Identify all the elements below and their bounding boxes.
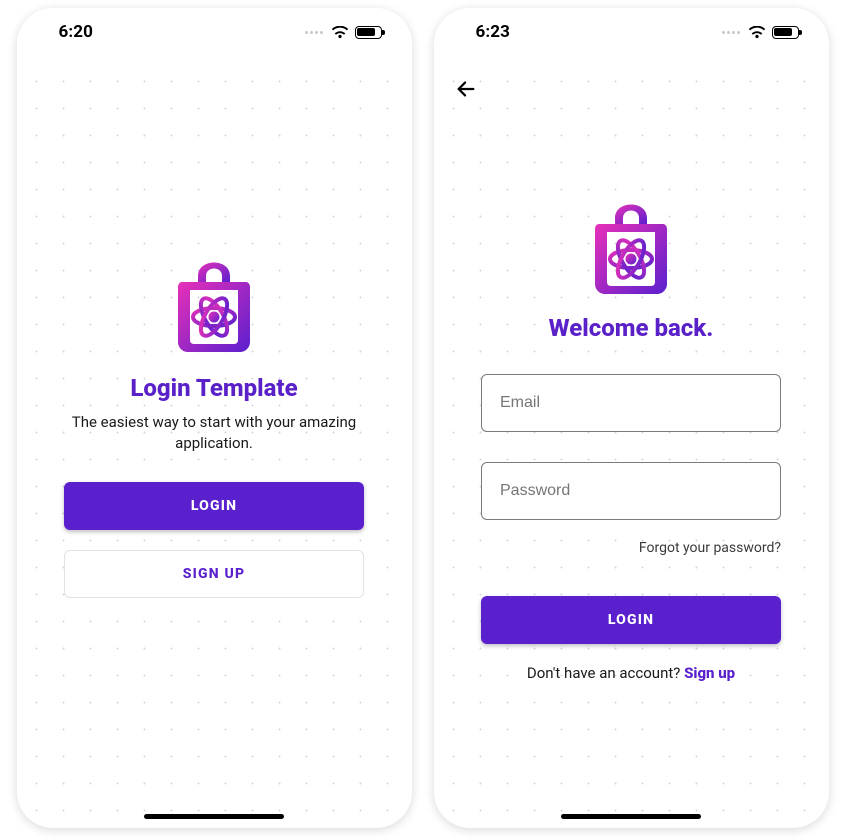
arrow-left-icon (455, 78, 477, 100)
login-submit-button[interactable]: LOGIN (481, 596, 781, 644)
app-logo-icon (169, 246, 259, 352)
back-button[interactable] (446, 69, 486, 109)
email-field[interactable] (498, 393, 764, 413)
battery-icon (355, 26, 382, 39)
status-indicators (305, 26, 382, 39)
status-indicators (722, 26, 799, 39)
signup-prompt: Don't have an account? Sign up (527, 664, 735, 682)
wifi-icon (331, 26, 349, 39)
login-heading: Welcome back. (549, 314, 714, 342)
cellular-dots-icon (305, 31, 323, 34)
signup-prompt-text: Don't have an account? (527, 664, 684, 682)
signup-button[interactable]: SIGN UP (64, 550, 364, 598)
home-indicator[interactable] (561, 814, 701, 819)
status-time: 6:20 (59, 22, 93, 42)
welcome-subtitle: The easiest way to start with your amazi… (59, 412, 369, 454)
password-field-wrapper[interactable] (481, 462, 781, 520)
welcome-title: Login Template (130, 374, 297, 402)
signup-link[interactable]: Sign up (684, 664, 735, 682)
login-screen: 6:23 Welcome back. Forgot your (434, 8, 829, 828)
home-indicator[interactable] (144, 814, 284, 819)
battery-icon (772, 26, 799, 39)
forgot-password-link[interactable]: Forgot your password? (639, 540, 781, 556)
login-button[interactable]: LOGIN (64, 482, 364, 530)
app-logo-icon (586, 188, 676, 294)
wifi-icon (748, 26, 766, 39)
cellular-dots-icon (722, 31, 740, 34)
status-bar: 6:20 (17, 8, 412, 56)
email-field-wrapper[interactable] (481, 374, 781, 432)
status-bar: 6:23 (434, 8, 829, 56)
status-time: 6:23 (476, 22, 510, 42)
password-field[interactable] (498, 481, 764, 501)
welcome-screen: 6:20 Login Template The easiest way to s… (17, 8, 412, 828)
